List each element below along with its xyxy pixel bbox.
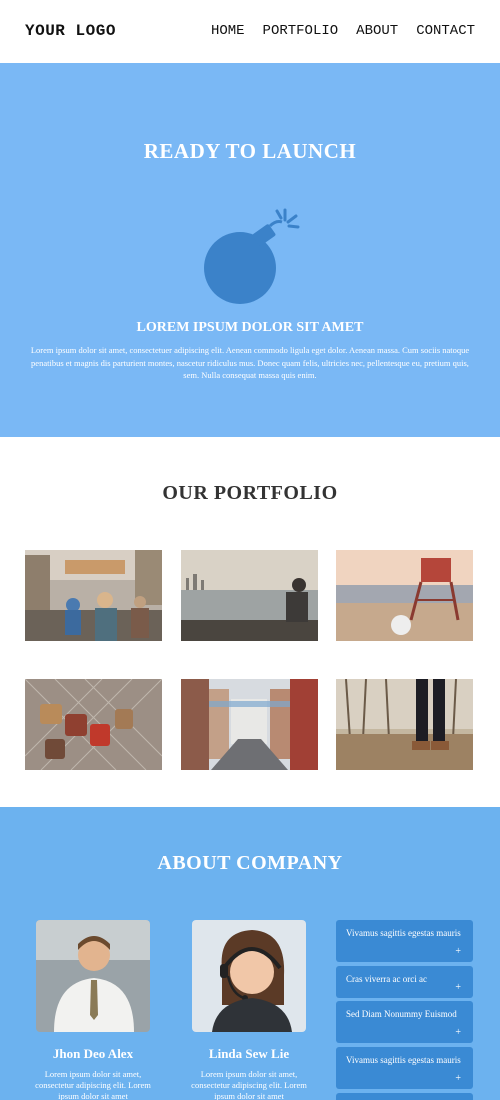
person-text: Lorem ipsum dolor sit amet, consectetur … (191, 1069, 307, 1100)
hero-subtitle: LOREM IPSUM DOLOR SIT AMET (136, 320, 364, 335)
plus-icon: + (455, 982, 461, 993)
accordion-item[interactable]: Cras viverra ac orci ac + (336, 966, 473, 998)
portfolio-image-alley[interactable] (181, 679, 318, 770)
hero-section: READY TO LAUNCH LOREM IPSUM DOLOR SIT AM… (0, 63, 500, 437)
about-title: ABOUT COMPANY (157, 852, 343, 874)
nav-portfolio[interactable]: PORTFOLIO (263, 23, 339, 39)
accordion-label: Cras viverra ac orci ac (346, 974, 427, 984)
portfolio-title: OUR PORTFOLIO (162, 482, 338, 504)
plus-icon: + (455, 946, 461, 957)
hero-text: Lorem ipsum dolor sit amet, consectetuer… (30, 345, 470, 380)
accordion-item[interactable] (336, 1093, 473, 1100)
plus-icon: + (455, 1073, 461, 1084)
accordion-label: Vivamus sagittis egestas mauris (346, 1055, 461, 1065)
site-header: YOUR LOGO HOME PORTFOLIO ABOUT CONTACT (0, 0, 500, 63)
portfolio-image-lifeguard-tower[interactable] (336, 550, 473, 641)
nav-home[interactable]: HOME (211, 23, 245, 39)
portfolio-section: OUR PORTFOLIO (0, 437, 500, 807)
person-name: Jhon Deo Alex (52, 1046, 134, 1061)
bomb-icon (200, 206, 300, 306)
hero-title: READY TO LAUNCH (143, 139, 357, 163)
main-nav: HOME PORTFOLIO ABOUT CONTACT (193, 23, 475, 39)
person-photo-support-agent (192, 920, 306, 1032)
person-name: Linda Sew Lie (208, 1046, 290, 1061)
accordion-item[interactable]: Vivamus sagittis egestas mauris + (336, 1047, 473, 1089)
about-section: ABOUT COMPANY Jhon Deo Alex Lorem ipsum … (0, 807, 500, 1100)
accordion-item[interactable]: Sed Diam Nonummy Euismod + (336, 1001, 473, 1043)
nav-about[interactable]: ABOUT (356, 23, 398, 39)
plus-icon: + (455, 1027, 461, 1038)
portfolio-image-street[interactable] (25, 550, 162, 641)
accordion-label: Sed Diam Nonummy Euismod (346, 1009, 457, 1019)
accordion-item[interactable]: Vivamus sagittis egestas mauris + (336, 920, 473, 962)
accordion-label: Vivamus sagittis egestas mauris (346, 928, 461, 938)
portfolio-image-waterfront[interactable] (181, 550, 318, 641)
person-photo-businessman (36, 920, 150, 1032)
portfolio-image-padlocks[interactable] (25, 679, 162, 770)
portfolio-image-forest-walk[interactable] (336, 679, 473, 770)
person-text: Lorem ipsum dolor sit amet, consectetur … (35, 1069, 151, 1100)
nav-contact[interactable]: CONTACT (416, 23, 475, 39)
site-logo[interactable]: YOUR LOGO (25, 22, 116, 40)
